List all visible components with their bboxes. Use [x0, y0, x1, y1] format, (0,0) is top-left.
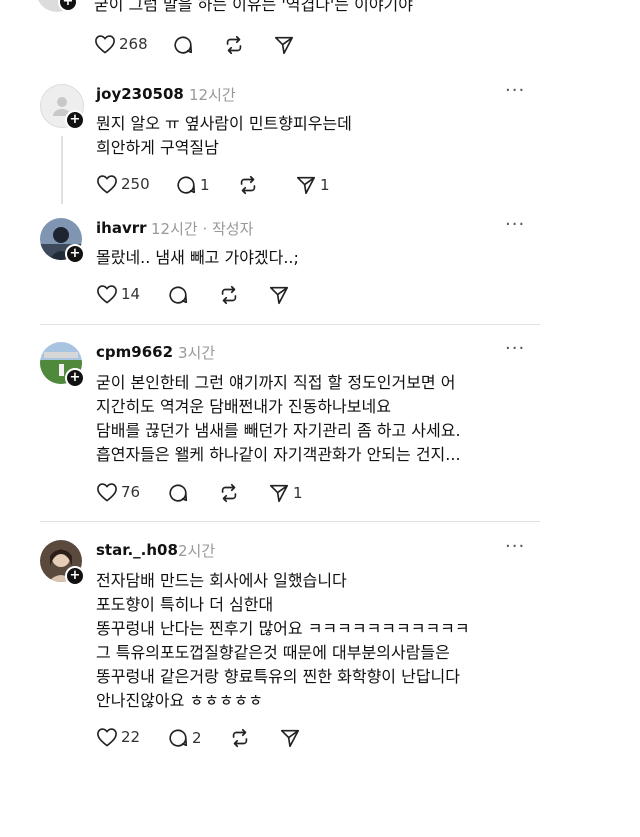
like-button[interactable]: 14: [96, 284, 140, 304]
username[interactable]: ihavrr: [96, 219, 147, 237]
comment-text-line: 안나진않아요 ㅎㅎㅎㅎㅎ: [96, 691, 264, 710]
heart-icon: [97, 285, 117, 304]
heart-icon: [97, 728, 117, 747]
action-bar: 76 1: [96, 482, 396, 504]
timestamp: 12시간 · 작성자: [151, 220, 254, 238]
comment-text-line: 뭔지 알오 ㅠ 옆사람이 민트향피우는데: [96, 114, 352, 133]
comment-text-line: 지간히도 역겨운 담배쩐내가 진동하나보네요: [96, 397, 391, 416]
action-bar: 22 2: [96, 727, 396, 749]
thread-line: [61, 136, 63, 204]
repost-button[interactable]: [223, 34, 245, 56]
like-button[interactable]: 22: [96, 727, 140, 747]
username[interactable]: joy230508: [96, 85, 184, 103]
heart-icon: [95, 35, 115, 54]
comment-count: 1: [200, 176, 210, 194]
comment-text-line: 굳이 본인한테 그런 얘기까지 직접 할 정도인거보면 어: [96, 373, 456, 392]
repost-icon: [232, 728, 248, 748]
username[interactable]: cpm9662: [96, 343, 173, 361]
comment-bubble-icon: [169, 484, 188, 502]
comment-text-line: 희안하게 구역질남: [96, 138, 219, 157]
like-count: 250: [121, 175, 150, 193]
share-button[interactable]: 1: [295, 174, 330, 196]
comment-text-line: 흡연자들은 왤케 하나같이 자기객관화가 안되는 건지...: [96, 445, 461, 464]
repost-icon: [226, 35, 242, 55]
like-button[interactable]: 268: [94, 34, 148, 54]
comment-button[interactable]: 1: [175, 174, 210, 196]
repost-button[interactable]: [237, 174, 259, 196]
username[interactable]: star._.h08: [96, 541, 178, 559]
comment-bubble-icon: [169, 729, 188, 747]
share-button[interactable]: [279, 727, 301, 749]
timestamp: 3시간: [178, 344, 216, 362]
timestamp: 12시간: [189, 86, 236, 104]
more-dots-icon[interactable]: ···: [505, 340, 525, 358]
plus-badge-icon[interactable]: +: [65, 566, 85, 586]
like-button[interactable]: 250: [96, 174, 150, 194]
share-button[interactable]: 1: [268, 482, 303, 504]
share-button[interactable]: [273, 34, 295, 56]
comment-button[interactable]: [167, 482, 189, 504]
like-button[interactable]: 76: [96, 482, 140, 502]
post-text: 굳이 그럼 말을 하는 이유는 '역겹다'는 이야기야: [94, 0, 413, 14]
comment-button[interactable]: [172, 34, 194, 56]
like-count: 14: [121, 285, 141, 303]
action-bar: 268: [94, 34, 394, 56]
send-icon: [269, 286, 289, 305]
more-dots-icon[interactable]: ···: [505, 216, 525, 234]
comment-text-line: 담배를 끊던가 냄새를 빼던가 자기관리 좀 하고 사세요.: [96, 421, 461, 440]
send-icon: [296, 176, 316, 195]
comment-bubble-icon: [174, 36, 193, 54]
divider: [40, 324, 540, 325]
share-count: 1: [320, 176, 330, 194]
repost-icon: [221, 483, 237, 503]
timestamp: 2시간: [178, 542, 216, 560]
repost-icon: [240, 175, 256, 195]
comment-text-line: 똥꾸렁내 난다는 찐후기 많어요 ㅋㅋㅋㅋㅋㅋㅋㅋㅋㅋㅋ: [96, 619, 470, 638]
action-bar: 250 1 1: [96, 174, 396, 196]
like-count: 22: [121, 728, 141, 746]
repost-button[interactable]: [229, 727, 251, 749]
comment-bubble-icon: [169, 286, 188, 304]
repost-icon: [221, 285, 237, 305]
send-icon: [280, 729, 300, 748]
share-button[interactable]: [268, 284, 290, 306]
comment-button[interactable]: [167, 284, 189, 306]
send-icon: [274, 36, 294, 55]
send-icon: [269, 484, 289, 503]
share-count: 1: [293, 484, 303, 502]
comment-text-line: 몰랐네.. 냄새 빼고 가야겠다..;: [96, 248, 299, 267]
repost-button[interactable]: [218, 482, 240, 504]
plus-badge-icon[interactable]: +: [65, 110, 85, 130]
comment-text-line: 포도향이 특히나 더 심한대: [96, 595, 274, 614]
heart-icon: [97, 483, 117, 502]
repost-button[interactable]: [218, 284, 240, 306]
comment-text-line: 그 특유의포도껍질향같은것 때문에 대부분의사람들은: [96, 643, 450, 662]
divider: [40, 521, 540, 522]
comment-text-line: 전자담배 만드는 회사에사 일했습니다: [96, 571, 347, 590]
more-dots-icon[interactable]: ···: [505, 538, 525, 556]
comment-bubble-icon: [177, 176, 196, 194]
more-dots-icon[interactable]: ···: [505, 82, 525, 100]
comment-button[interactable]: 2: [167, 727, 202, 749]
like-count: 268: [119, 35, 148, 53]
heart-icon: [97, 175, 117, 194]
comment-text-line: 똥꾸렁내 같은거랑 향료특유의 찐한 화학향이 난답니다: [96, 667, 460, 686]
plus-badge-icon[interactable]: +: [65, 368, 85, 388]
comment-count: 2: [192, 729, 202, 747]
action-bar: 14: [96, 284, 396, 306]
like-count: 76: [121, 483, 141, 501]
plus-badge-icon[interactable]: +: [65, 244, 85, 264]
